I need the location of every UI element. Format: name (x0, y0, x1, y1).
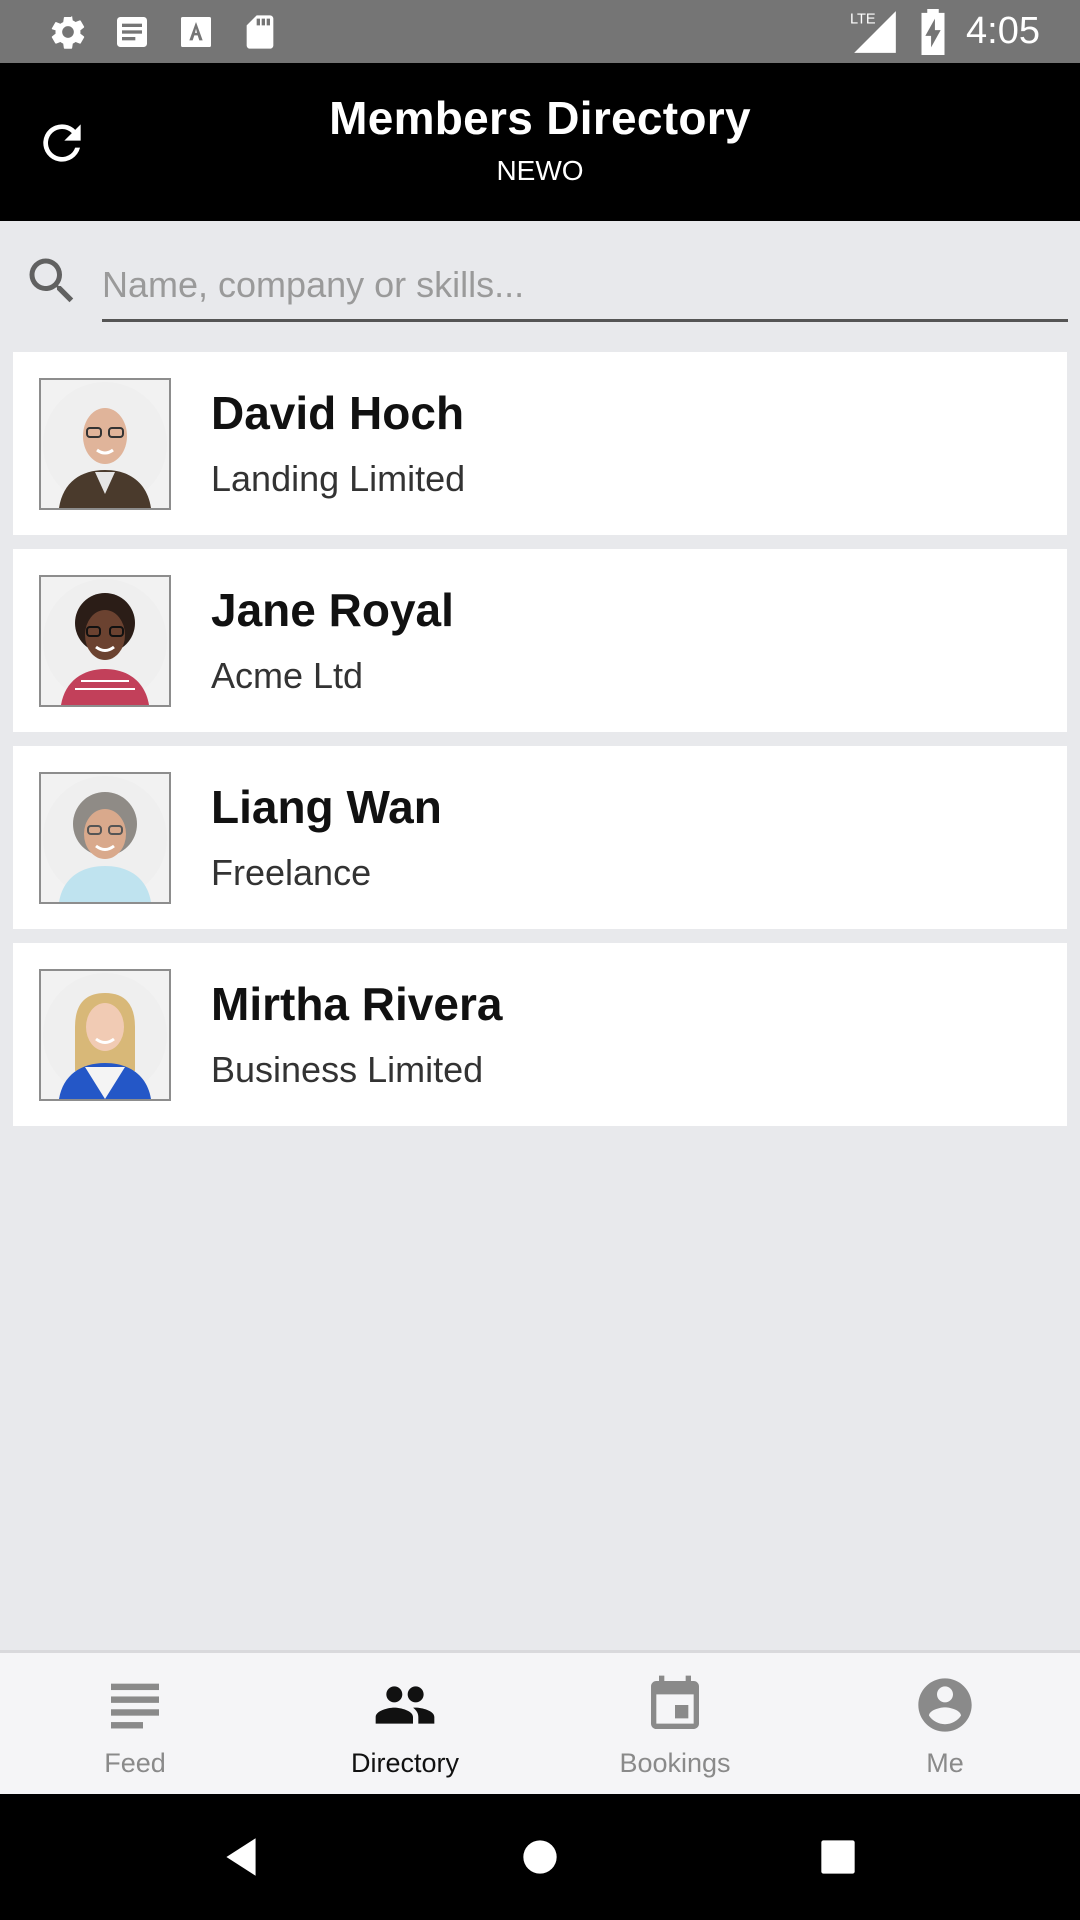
battery-charging-icon (921, 8, 945, 55)
nav-label: Directory (350, 1748, 459, 1778)
nav-label: Bookings (619, 1748, 731, 1778)
member-name: Jane Royal (211, 584, 454, 636)
settings-icon (51, 16, 85, 49)
avatar (39, 969, 171, 1101)
home-icon[interactable] (515, 1832, 565, 1882)
system-navigation-bar (0, 1794, 1080, 1920)
member-company: Landing Limited (211, 458, 466, 499)
member-name: David Hoch (211, 387, 465, 439)
search-icon (29, 258, 74, 303)
nav-item-feed[interactable]: Feed (0, 1653, 270, 1797)
app-header: Members Directory NEWO (0, 63, 1080, 221)
member-card-david-hoch[interactable]: David Hoch Landing Limited (13, 352, 1067, 535)
people-icon (375, 1686, 435, 1724)
nav-label: Me (926, 1748, 964, 1778)
member-card-jane-royal[interactable]: Jane Royal Acme Ltd (13, 549, 1067, 732)
search-input[interactable] (102, 255, 1068, 322)
avatar-photo-liang (43, 776, 167, 902)
member-company: Freelance (211, 852, 372, 893)
nav-item-me[interactable]: Me (810, 1653, 1080, 1797)
member-card-liang-wan[interactable]: Liang Wan Freelance (13, 746, 1067, 929)
avatar (39, 575, 171, 707)
news-icon (117, 17, 147, 47)
feed-icon (111, 1683, 159, 1729)
member-card-mirtha-rivera[interactable]: Mirtha Rivera Business Limited (13, 943, 1067, 1126)
search-bar (0, 221, 1080, 331)
avatar-photo-mirtha (43, 973, 167, 1099)
avatar (39, 772, 171, 904)
sd-card-icon (246, 15, 274, 49)
back-icon[interactable] (216, 1832, 266, 1882)
members-list: David Hoch Landing Limited Jane Royal Ac… (13, 352, 1067, 1140)
bottom-navigation: Feed Directory Bookings Me (0, 1650, 1080, 1797)
account-icon (918, 1678, 972, 1732)
network-label: LTE (850, 11, 876, 27)
avatar (39, 378, 171, 510)
avatar-photo-david (43, 382, 167, 508)
signal-icon: LTE (850, 10, 896, 53)
nav-label: Feed (104, 1748, 166, 1778)
member-company: Acme Ltd (211, 655, 364, 696)
status-time: 4:05 (966, 10, 1040, 52)
recents-icon[interactable] (813, 1832, 863, 1882)
member-name: Mirtha Rivera (211, 978, 503, 1030)
page-subtitle: NEWO (496, 155, 584, 186)
calendar-icon (651, 1675, 699, 1729)
nav-item-directory[interactable]: Directory (270, 1653, 540, 1797)
member-name: Liang Wan (211, 781, 442, 833)
member-company: Business Limited (211, 1049, 484, 1090)
font-icon (181, 17, 211, 47)
status-bar: LTE 4:05 (0, 0, 1080, 63)
nav-item-bookings[interactable]: Bookings (540, 1653, 810, 1797)
page-title: Members Directory (329, 92, 751, 144)
avatar-photo-jane (43, 579, 167, 705)
